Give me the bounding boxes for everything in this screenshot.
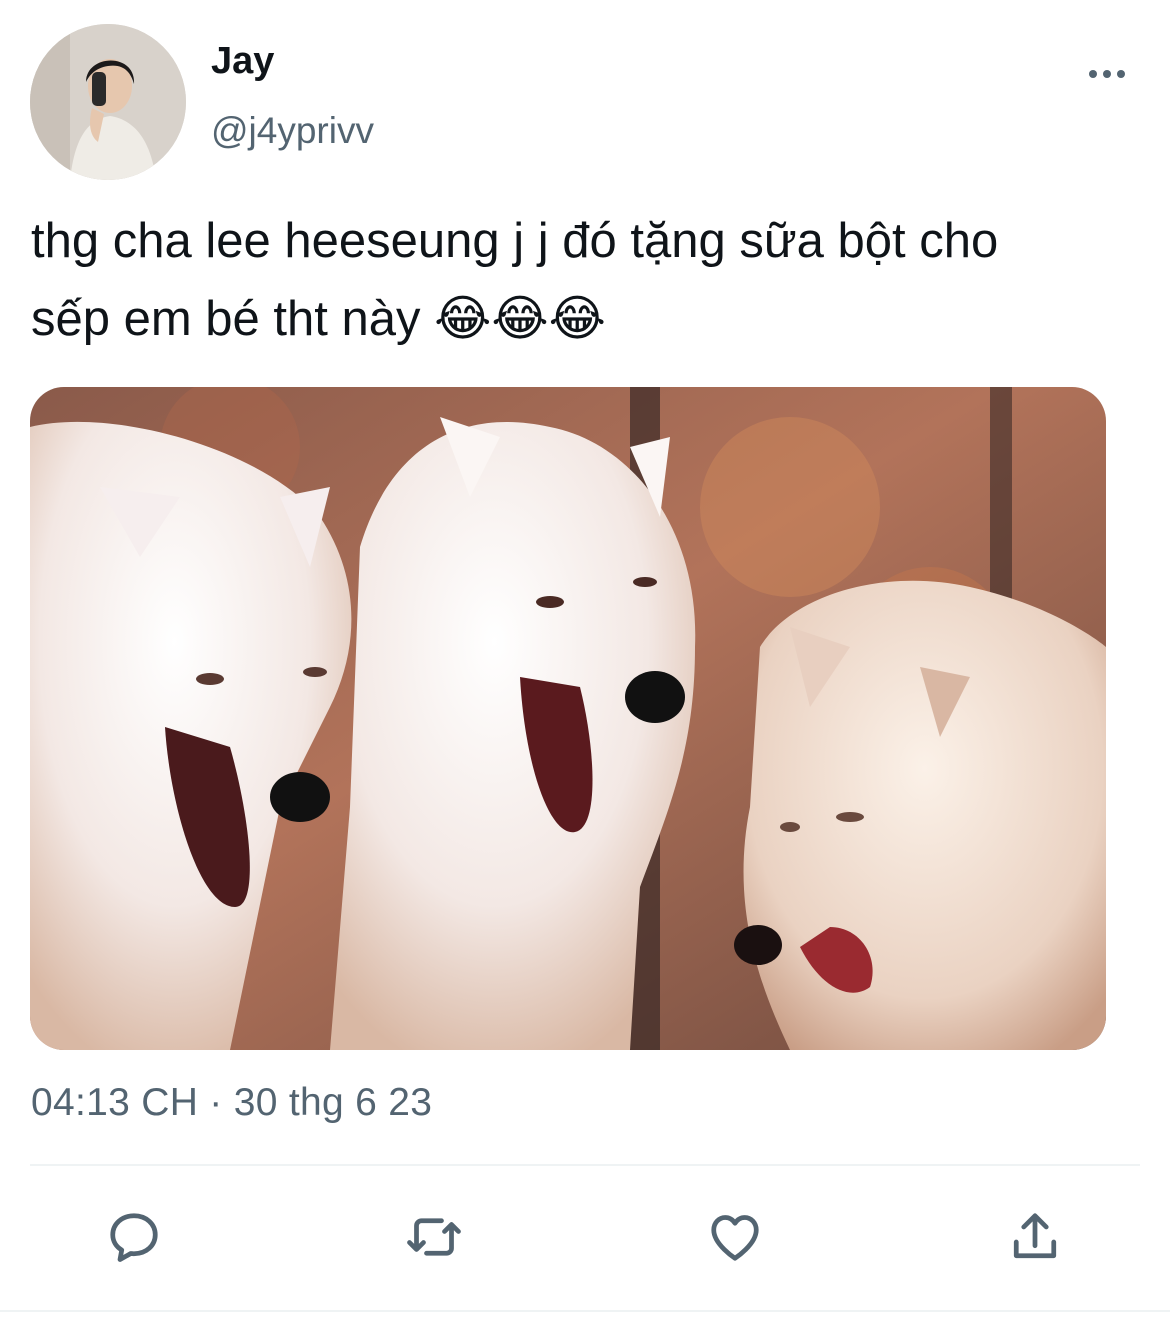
- heart-icon: [711, 1215, 759, 1261]
- tweet-text: thg cha lee heeseung j j đó tặng sữa bột…: [31, 202, 1161, 358]
- laughing-wolves-photo-icon: [30, 387, 1106, 1050]
- reply-button[interactable]: [102, 1205, 166, 1269]
- like-button[interactable]: [703, 1205, 767, 1269]
- share-button[interactable]: [1003, 1205, 1067, 1269]
- more-options-button[interactable]: [1082, 56, 1132, 92]
- share-icon: [1013, 1213, 1057, 1259]
- divider: [0, 1310, 1170, 1312]
- tweet-text-line: sếp em bé tht này 😂😂😂: [31, 292, 606, 346]
- retweet-icon: [407, 1218, 461, 1256]
- author-handle[interactable]: @j4yprivv: [211, 110, 374, 152]
- tweet-media-image[interactable]: [30, 387, 1106, 1050]
- divider: [30, 1164, 1140, 1166]
- avatar-photo-icon: [30, 24, 186, 180]
- tweet-text-line: thg cha lee heeseung j j đó tặng sữa bột…: [31, 214, 999, 268]
- more-dot-icon: [1103, 70, 1111, 78]
- more-dot-icon: [1117, 70, 1125, 78]
- reply-icon: [110, 1213, 158, 1262]
- author-display-name[interactable]: Jay: [211, 40, 274, 83]
- more-dot-icon: [1089, 70, 1097, 78]
- tweet-timestamp[interactable]: 04:13 CH · 30 thg 6 23: [31, 1081, 432, 1125]
- retweet-button[interactable]: [402, 1205, 466, 1269]
- author-avatar[interactable]: [30, 24, 186, 180]
